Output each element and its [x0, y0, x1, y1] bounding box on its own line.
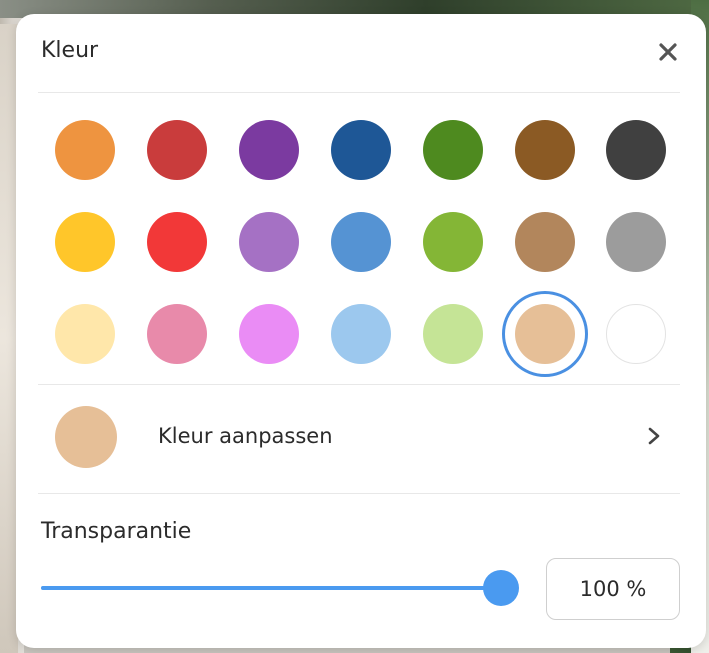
color-swatch-magenta-light[interactable] — [239, 304, 299, 364]
chevron-right-icon — [648, 427, 660, 445]
close-icon — [659, 43, 677, 61]
custom-color-preview — [55, 406, 117, 468]
color-swatch-green-light[interactable] — [423, 304, 483, 364]
color-swatch-gray-dark[interactable] — [606, 120, 666, 180]
custom-color-label: Kleur aanpassen — [158, 424, 333, 448]
transparency-value-input[interactable]: 100 % — [546, 558, 680, 620]
color-swatch-gray[interactable] — [606, 212, 666, 272]
color-swatch-yellow[interactable] — [55, 212, 115, 272]
color-swatch-beige[interactable] — [515, 304, 575, 364]
color-swatch-purple[interactable] — [239, 212, 299, 272]
color-swatch-green-dark[interactable] — [423, 120, 483, 180]
color-swatch-purple-dark[interactable] — [239, 120, 299, 180]
slider-fill — [41, 586, 501, 590]
color-swatch-brown-dark[interactable] — [515, 120, 575, 180]
color-swatch-green[interactable] — [423, 212, 483, 272]
transparency-slider[interactable] — [41, 569, 519, 607]
color-swatch-red[interactable] — [147, 212, 207, 272]
color-swatch-blue[interactable] — [331, 212, 391, 272]
color-swatch-yellow-light[interactable] — [55, 304, 115, 364]
transparency-label: Transparantie — [41, 519, 192, 544]
color-swatch-brown[interactable] — [515, 212, 575, 272]
palette-divider — [38, 384, 680, 385]
close-button[interactable] — [654, 38, 682, 66]
custom-divider — [38, 493, 680, 494]
custom-color-button[interactable]: Kleur aanpassen — [38, 386, 680, 490]
slider-thumb[interactable] — [483, 570, 519, 606]
title-divider — [38, 92, 680, 93]
color-swatch-pink[interactable] — [147, 304, 207, 364]
color-swatch-red-dark[interactable] — [147, 120, 207, 180]
color-dialog: Kleur Kleur aanpassen Transparantie 100 … — [16, 14, 706, 648]
color-swatch-orange[interactable] — [55, 120, 115, 180]
transparency-value-text: 100 % — [579, 577, 647, 601]
color-swatch-blue-dark[interactable] — [331, 120, 391, 180]
color-swatch-white[interactable] — [606, 304, 666, 364]
dialog-title: Kleur — [41, 38, 99, 63]
color-swatch-blue-light[interactable] — [331, 304, 391, 364]
